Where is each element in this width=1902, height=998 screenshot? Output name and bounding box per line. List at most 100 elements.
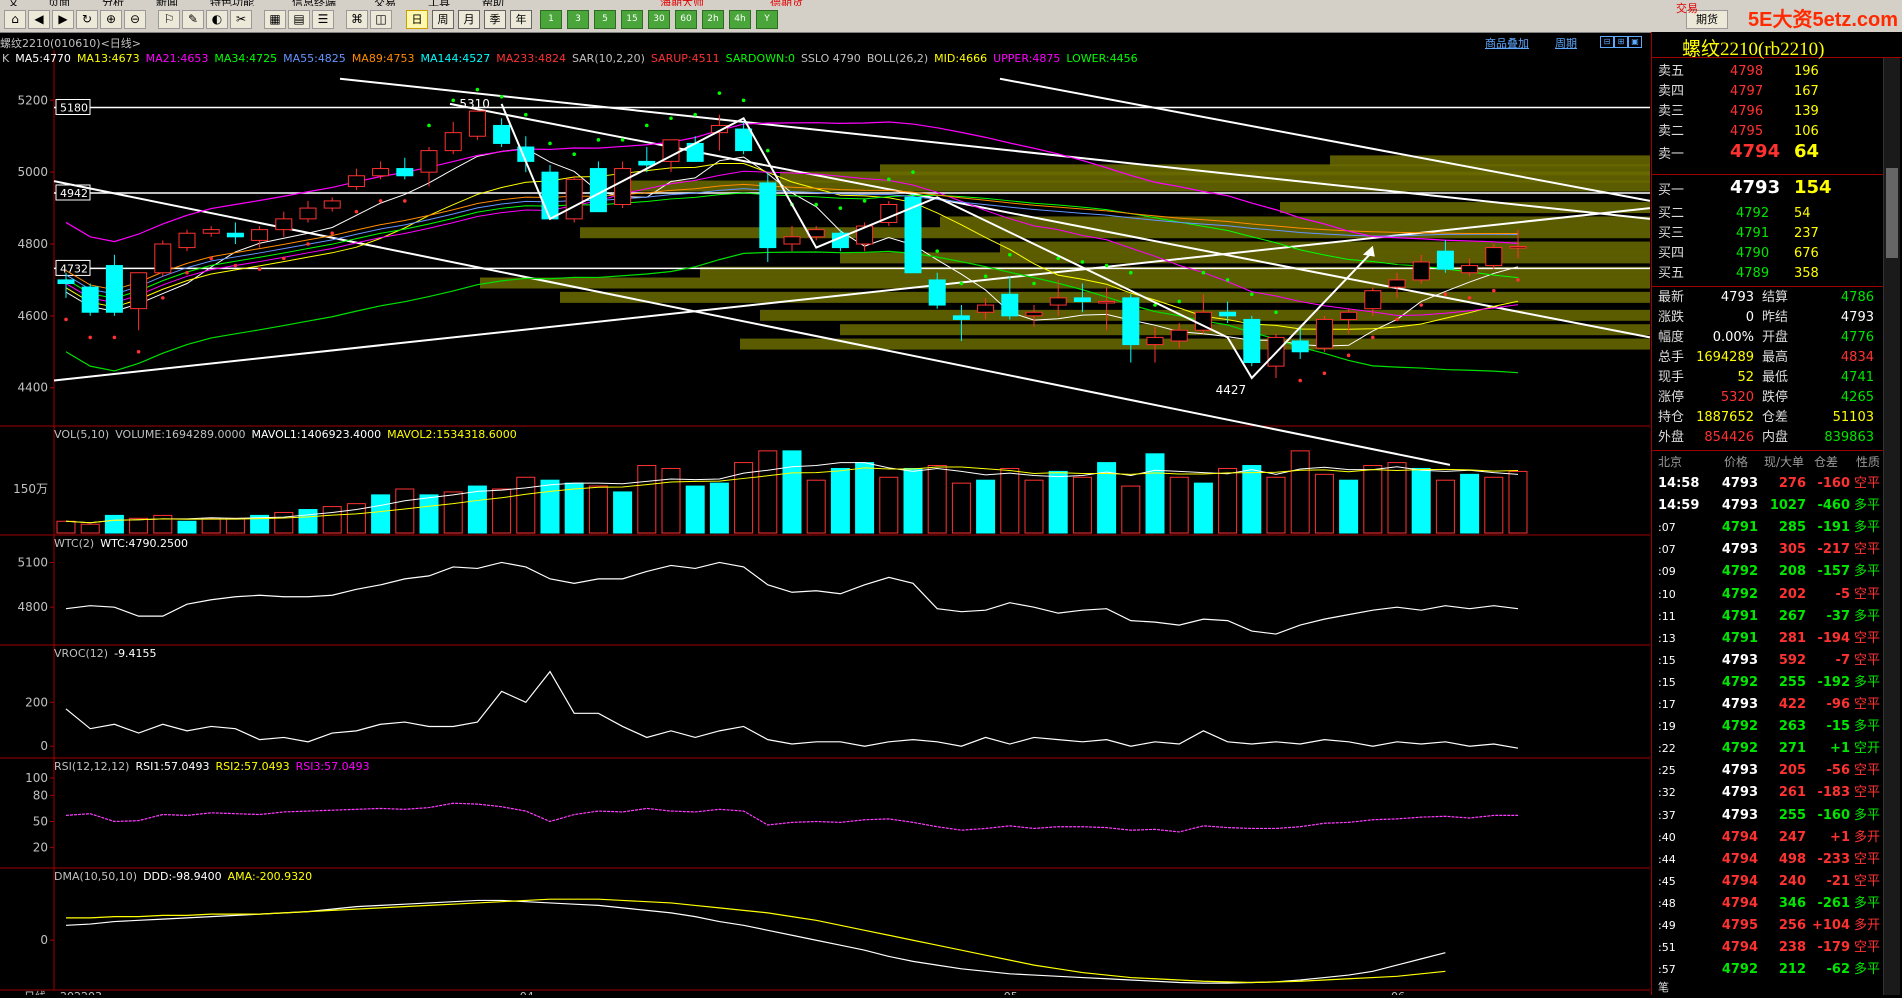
interval-button-5[interactable]: 60 — [675, 10, 697, 29]
indicator-line-series-2 — [65, 561, 1519, 635]
back-icon[interactable]: ◀ — [28, 10, 50, 29]
kline-chart-area[interactable]: 4400460048005000520051804942473253104427… — [0, 50, 1651, 995]
period-button-4[interactable]: 年 — [510, 10, 532, 29]
tick-oi-change: +1 — [1830, 829, 1850, 845]
list-icon[interactable]: ▤ — [288, 10, 310, 29]
candle[interactable] — [226, 232, 244, 238]
interval-button-0[interactable]: 1 — [540, 10, 562, 29]
candle[interactable] — [275, 218, 293, 231]
candle[interactable] — [1412, 261, 1430, 281]
candle[interactable] — [372, 168, 390, 177]
candle[interactable] — [977, 304, 995, 313]
interval-button-8[interactable]: Y — [756, 10, 778, 29]
candle[interactable] — [251, 229, 269, 241]
draw-icon[interactable]: ✎ — [182, 10, 204, 29]
layout-icon-3[interactable]: ▣ — [1628, 36, 1642, 48]
interval-button-2[interactable]: 5 — [594, 10, 616, 29]
candle[interactable] — [541, 171, 559, 220]
y-tick-label: 5200 — [17, 93, 48, 107]
candle[interactable] — [1170, 329, 1188, 342]
candle[interactable] — [952, 315, 970, 320]
candle[interactable] — [638, 160, 656, 166]
candle[interactable] — [1509, 246, 1527, 249]
period-button-1[interactable]: 周 — [432, 10, 454, 29]
indicator-label: SSLO 4790 — [800, 52, 861, 65]
candle[interactable] — [1364, 290, 1382, 310]
candle[interactable] — [323, 200, 341, 209]
zoom-out-icon[interactable]: ⊖ — [124, 10, 146, 29]
forward-icon[interactable]: ▶ — [52, 10, 74, 29]
candle[interactable] — [1049, 297, 1067, 306]
candle[interactable] — [1122, 297, 1140, 346]
candle[interactable] — [1073, 297, 1091, 302]
candle[interactable] — [1388, 279, 1406, 288]
candle[interactable] — [1243, 318, 1261, 364]
tick-oi-change: -160 — [1817, 807, 1850, 823]
tick-price: 4791 — [1721, 520, 1758, 536]
layout-icon[interactable]: ◫ — [370, 10, 392, 29]
candle[interactable] — [783, 236, 801, 245]
candle[interactable] — [396, 168, 414, 177]
candle[interactable] — [565, 178, 583, 220]
candle[interactable] — [202, 229, 220, 234]
candle[interactable] — [105, 265, 123, 313]
candle[interactable] — [347, 175, 365, 188]
command-icon[interactable]: ⌘ — [346, 10, 368, 29]
theme-icon[interactable]: ◐ — [206, 10, 228, 29]
candle[interactable] — [1340, 311, 1358, 320]
candle[interactable] — [420, 150, 438, 173]
menu-icon[interactable]: ☰ — [312, 10, 334, 29]
flag-icon[interactable]: ⚐ — [158, 10, 180, 29]
candle[interactable] — [1485, 247, 1503, 267]
interval-button-3[interactable]: 15 — [621, 10, 643, 29]
candle[interactable] — [81, 286, 99, 313]
scroll-thumb[interactable] — [1886, 168, 1898, 258]
candle[interactable] — [444, 132, 462, 152]
candle[interactable] — [299, 207, 317, 220]
y-tick-label: 50 — [33, 815, 48, 829]
candle[interactable] — [154, 243, 172, 274]
candle[interactable] — [1315, 318, 1333, 349]
refresh-icon[interactable]: ↻ — [76, 10, 98, 29]
candle[interactable] — [614, 168, 632, 205]
zoom-in-icon[interactable]: ⊕ — [100, 10, 122, 29]
sar-dot — [1492, 288, 1496, 293]
volume-bar — [903, 467, 923, 534]
candle[interactable] — [493, 124, 511, 144]
candle[interactable] — [735, 128, 753, 152]
cut-icon[interactable]: ✂ — [230, 10, 252, 29]
interval-button-4[interactable]: 30 — [648, 10, 670, 29]
candle[interactable] — [1146, 336, 1164, 346]
interval-button-7[interactable]: 4h — [729, 10, 751, 29]
layout-icon-2[interactable]: ⊞ — [1614, 36, 1628, 48]
indicator-label: VROC(12) — [54, 647, 109, 660]
candle[interactable] — [759, 182, 777, 249]
candle[interactable] — [1025, 311, 1043, 317]
period-button-2[interactable]: 月 — [458, 10, 480, 29]
candle[interactable] — [1219, 311, 1237, 317]
candle[interactable] — [928, 279, 946, 306]
layout-icon-1[interactable]: ⊟ — [1600, 36, 1614, 48]
period-button-3[interactable]: 季 — [484, 10, 506, 29]
trade-button[interactable]: 交易 — [1676, 0, 1698, 16]
candle[interactable] — [468, 110, 486, 137]
overlay-link[interactable]: 商品叠加 — [1485, 35, 1529, 51]
period-button-0[interactable]: 日 — [406, 10, 428, 29]
period-link[interactable]: 周期 — [1555, 35, 1577, 51]
volume-bar — [1484, 476, 1504, 534]
interval-button-1[interactable]: 3 — [567, 10, 589, 29]
candle[interactable] — [1001, 293, 1019, 317]
home-icon[interactable]: ⌂ — [4, 10, 26, 29]
candle[interactable] — [57, 279, 75, 285]
sar-dot — [64, 317, 68, 322]
grid-icon[interactable]: ▦ — [264, 10, 286, 29]
candle[interactable] — [1436, 250, 1454, 270]
quote-scrollbar[interactable] — [1883, 58, 1900, 995]
candle[interactable] — [178, 232, 196, 249]
volume-bar — [1411, 467, 1431, 534]
candle[interactable] — [1461, 265, 1479, 274]
candle[interactable] — [130, 272, 148, 310]
candle[interactable] — [1098, 300, 1116, 304]
candle[interactable] — [1291, 340, 1309, 353]
interval-button-6[interactable]: 2h — [702, 10, 724, 29]
